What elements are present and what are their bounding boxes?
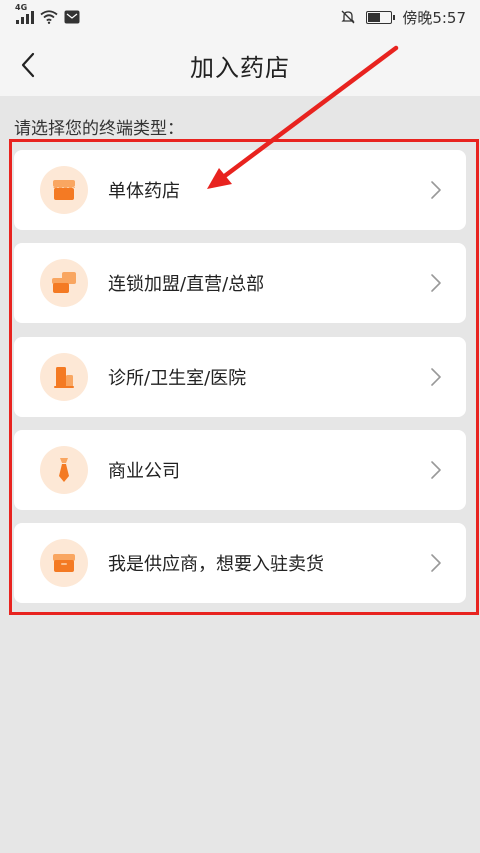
cellular-signal-icon: 4G	[15, 3, 34, 24]
message-notification-icon	[64, 10, 80, 24]
option-supplier[interactable]: 我是供应商，想要入驻卖货	[14, 523, 466, 603]
option-label: 商业公司	[108, 461, 180, 482]
chevron-left-icon	[21, 52, 35, 78]
header: 加入药店	[0, 34, 480, 96]
mute-bell-icon	[341, 10, 355, 24]
option-label: 诊所/卫生室/医院	[108, 368, 247, 389]
section-prompt: 请选择您的终端类型：	[14, 119, 184, 139]
box-icon	[40, 539, 88, 587]
tie-icon	[40, 446, 88, 494]
status-bar: 4G 傍晚5:57	[0, 0, 480, 34]
chevron-right-icon	[431, 274, 441, 292]
clock: 傍晚5:57	[402, 8, 466, 27]
battery-icon	[366, 10, 396, 24]
option-chain-store[interactable]: 连锁加盟/直营/总部	[14, 243, 466, 323]
chevron-right-icon	[431, 181, 441, 199]
wifi-icon	[40, 10, 58, 24]
option-label: 我是供应商，想要入驻卖货	[108, 554, 324, 575]
chevron-right-icon	[431, 461, 441, 479]
option-business-company[interactable]: 商业公司	[14, 430, 466, 510]
option-label: 单体药店	[108, 181, 180, 202]
chevron-right-icon	[431, 554, 441, 572]
option-single-pharmacy[interactable]: 单体药店	[14, 150, 466, 230]
clinic-building-icon	[40, 353, 88, 401]
network-type: 4G	[15, 3, 28, 12]
store-icon	[40, 166, 88, 214]
status-right: 傍晚5:57	[340, 7, 466, 28]
page-title: 加入药店	[190, 53, 290, 82]
status-left: 4G	[15, 3, 80, 24]
option-clinic-hospital[interactable]: 诊所/卫生室/医院	[14, 337, 466, 417]
chain-store-icon	[40, 259, 88, 307]
option-label: 连锁加盟/直营/总部	[108, 274, 265, 295]
chevron-right-icon	[431, 368, 441, 386]
back-button[interactable]	[14, 50, 42, 80]
